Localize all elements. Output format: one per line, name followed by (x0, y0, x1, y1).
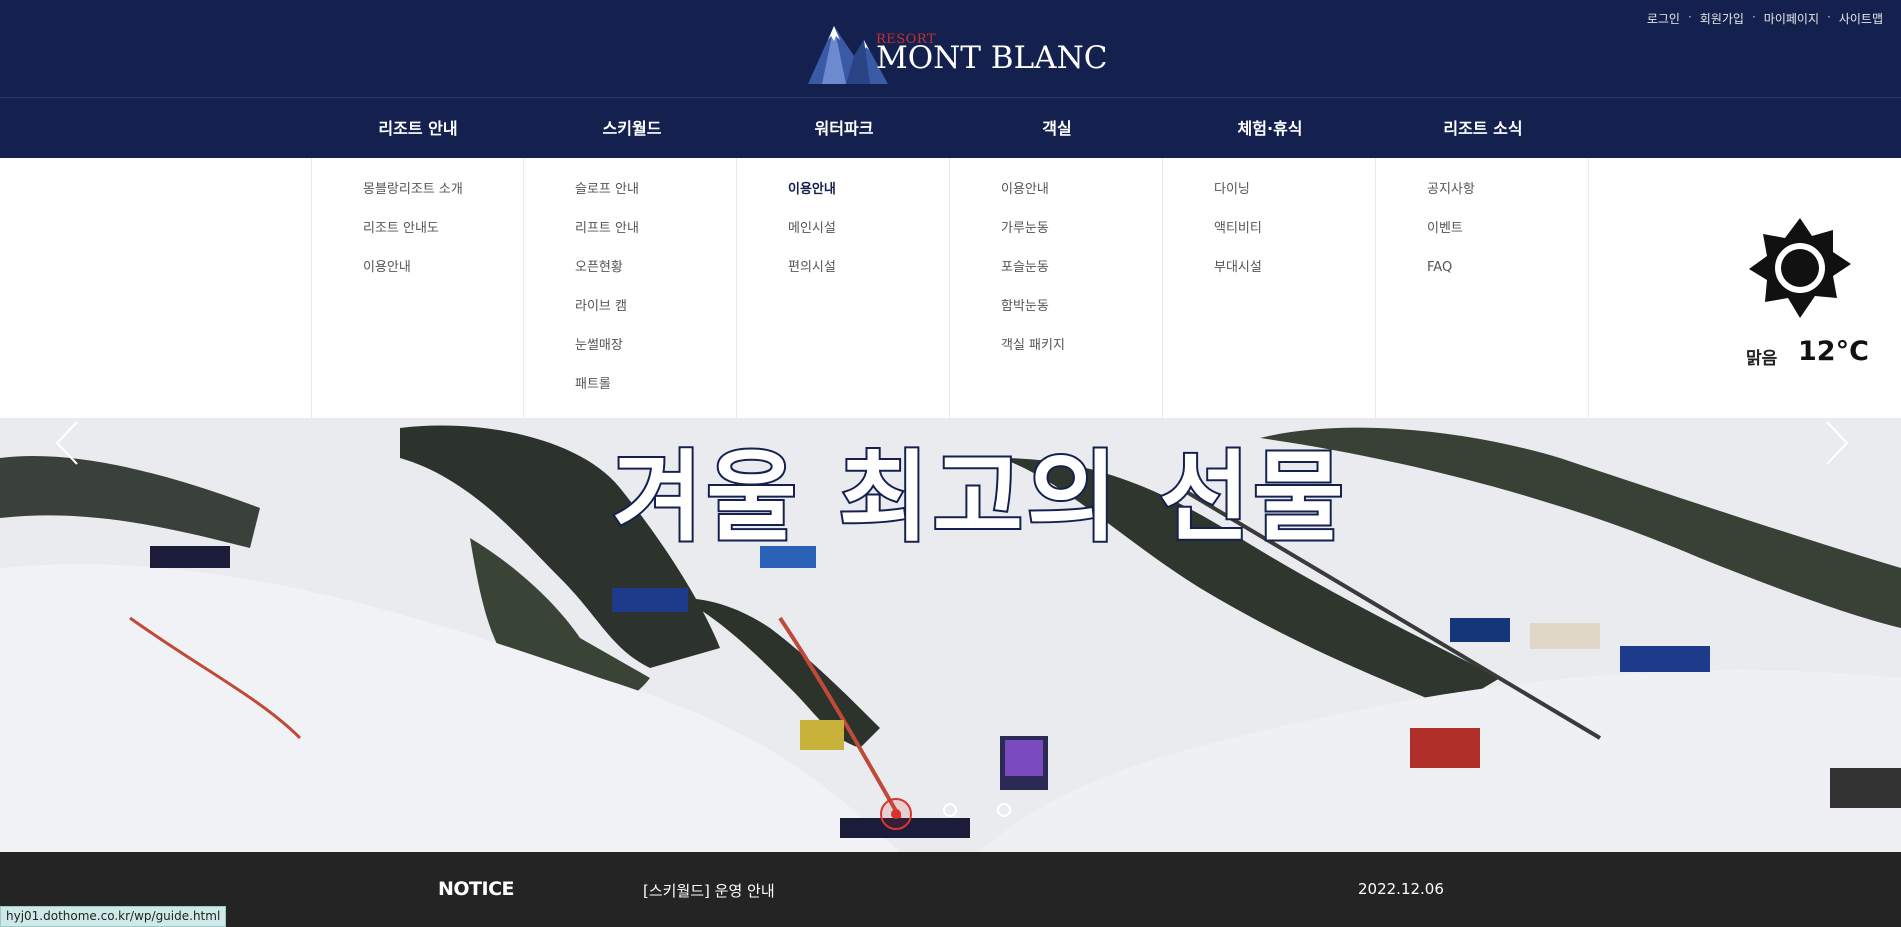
submenu-item[interactable]: 눈썰매장 (575, 336, 737, 375)
signup-link[interactable]: 회원가입 (1700, 10, 1744, 27)
submenu-rooms: 이용안내 가루눈동 포슬눈동 함박눈동 객실 패키지 (949, 158, 1163, 418)
submenu-item[interactable]: 이용안내 (1001, 180, 1163, 219)
sitemap-link[interactable]: 사이트맵 (1839, 10, 1883, 27)
submenu-item[interactable]: 다이닝 (1214, 180, 1376, 219)
sun-icon (1749, 218, 1851, 318)
slider-prev-button[interactable] (48, 418, 88, 468)
nav-rooms[interactable]: 객실 (950, 98, 1164, 159)
mega-menu: 몽블랑리조트 소개 리조트 안내도 이용안내 슬로프 안내 리프트 안내 오픈현… (0, 158, 1901, 418)
submenu-item[interactable]: 액티비티 (1214, 219, 1376, 258)
submenu-item[interactable]: 이벤트 (1427, 219, 1588, 258)
slider-dot-1[interactable] (880, 798, 912, 830)
notice-bar: NOTICE [스키월드] 운영 안내 2022.12.06 (0, 852, 1901, 927)
submenu-water-park: 이용안내 메인시설 편의시설 (736, 158, 950, 418)
hero-headline: 겨울 최고의 선물 (610, 439, 1348, 557)
submenu-item[interactable]: 리조트 안내도 (363, 219, 525, 258)
chevron-right-icon (1826, 421, 1849, 465)
notice-heading: NOTICE (438, 878, 515, 900)
submenu-item[interactable]: 객실 패키지 (1001, 336, 1163, 375)
submenu-experience: 다이닝 액티비티 부대시설 (1162, 158, 1376, 418)
logo-brand-text: MONT BLANC (876, 40, 1108, 76)
weather-temperature: 12°C (1798, 336, 1869, 367)
submenu-resort-info: 몽블랑리조트 소개 리조트 안내도 이용안내 (311, 158, 525, 418)
site-logo[interactable]: RESORT MONT BLANC (808, 18, 1107, 86)
submenu-item-active[interactable]: 이용안내 (788, 180, 950, 219)
submenu-item[interactable]: 부대시설 (1214, 258, 1376, 297)
submenu-item[interactable]: 메인시설 (788, 219, 950, 258)
slider-next-button[interactable] (1816, 418, 1856, 468)
site-header: 로그인 · 회원가입 · 마이페이지 · 사이트맵 RESORT MONT BLANC (0, 0, 1901, 97)
weather-condition: 맑음 (1746, 349, 1778, 369)
submenu-item[interactable]: 몽블랑리조트 소개 (363, 180, 525, 219)
notice-link[interactable]: [스키월드] 운영 안내 (643, 880, 775, 901)
chevron-left-icon (55, 421, 78, 465)
submenu-item[interactable]: 가루눈동 (1001, 219, 1163, 258)
browser-status-url: hyj01.dothome.co.kr/wp/guide.html (0, 906, 227, 927)
submenu-item[interactable]: 편의시설 (788, 258, 950, 297)
submenu-item[interactable]: 라이브 캠 (575, 297, 737, 336)
submenu-item[interactable]: 공지사항 (1427, 180, 1588, 219)
slider-dot-3[interactable] (997, 803, 1011, 817)
submenu-resort-news: 공지사항 이벤트 FAQ (1375, 158, 1589, 418)
submenu-item[interactable]: 포슬눈동 (1001, 258, 1163, 297)
login-link[interactable]: 로그인 (1647, 10, 1680, 27)
mypage-link[interactable]: 마이페이지 (1764, 10, 1819, 27)
notice-date: 2022.12.06 (1358, 880, 1444, 898)
hero-slider: 겨울 최고의 선물 (0, 418, 1901, 852)
nav-resort-news[interactable]: 리조트 소식 (1376, 98, 1590, 159)
nav-ski-world[interactable]: 스키월드 (525, 98, 739, 159)
submenu-item[interactable]: 함박눈동 (1001, 297, 1163, 336)
submenu-item[interactable]: FAQ (1427, 258, 1588, 297)
submenu-ski-world: 슬로프 안내 리프트 안내 오픈현황 라이브 캠 눈썰매장 패트롤 (523, 158, 737, 418)
submenu-item[interactable]: 패트롤 (575, 375, 737, 414)
submenu-item[interactable]: 슬로프 안내 (575, 180, 737, 219)
slider-dot-2[interactable] (943, 803, 957, 817)
nav-experience[interactable]: 체험·휴식 (1163, 98, 1377, 159)
nav-water-park[interactable]: 워터파크 (737, 98, 951, 159)
submenu-item[interactable]: 오픈현황 (575, 258, 737, 297)
submenu-item[interactable]: 리프트 안내 (575, 219, 737, 258)
utility-links: 로그인 · 회원가입 · 마이페이지 · 사이트맵 (1646, 10, 1883, 27)
main-navigation: 리조트 안내 스키월드 워터파크 객실 체험·휴식 리조트 소식 (0, 97, 1901, 158)
nav-resort-info[interactable]: 리조트 안내 (311, 98, 525, 159)
submenu-item[interactable]: 이용안내 (363, 258, 525, 297)
